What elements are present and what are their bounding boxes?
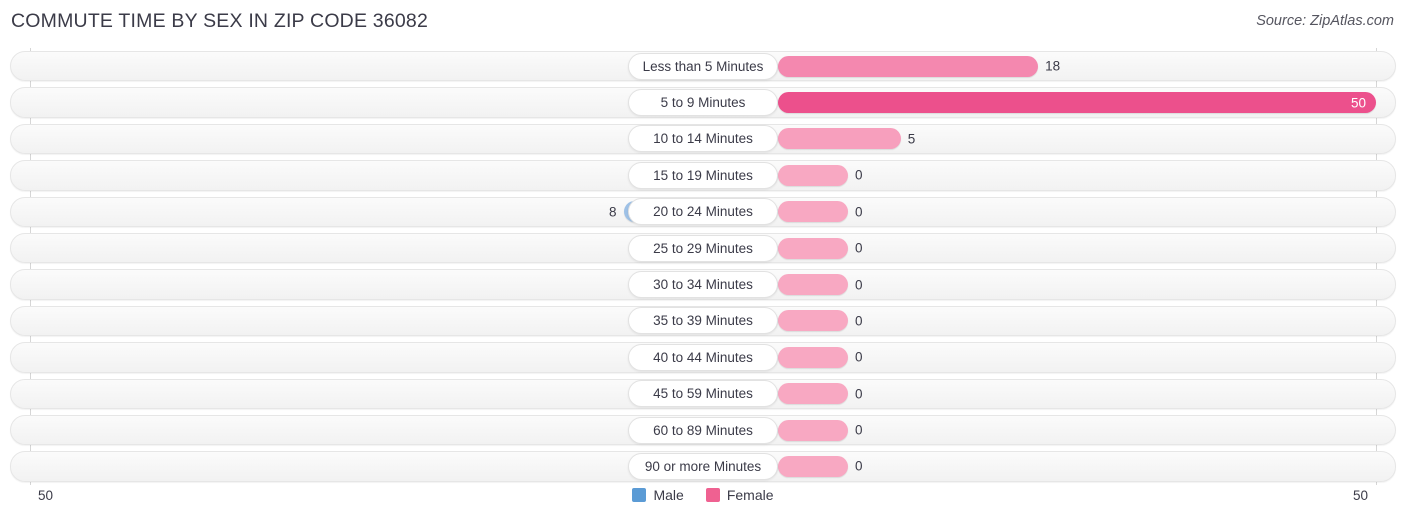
category-label: 25 to 29 Minutes xyxy=(628,234,778,262)
bar-value-female: 0 xyxy=(855,458,863,474)
bar-value-female: 0 xyxy=(855,167,863,183)
category-label: 20 to 24 Minutes xyxy=(628,198,778,226)
chart-row: 8 0 20 to 24 Minutes xyxy=(0,194,1406,230)
bar-female[interactable]: 0 xyxy=(778,274,863,296)
bar-value-female: 5 xyxy=(907,131,916,147)
chart-page: COMMUTE TIME BY SEX IN ZIP CODE 36082 So… xyxy=(0,0,1406,522)
bar-value-female: 0 xyxy=(855,386,863,402)
bar-female[interactable]: 50 xyxy=(778,92,1376,114)
bar-value-female: 0 xyxy=(855,240,863,256)
page-title: COMMUTE TIME BY SEX IN ZIP CODE 36082 xyxy=(11,10,429,32)
chart-row: 0060 to 89 Minutes xyxy=(0,412,1406,448)
chart-row: 0045 to 59 Minutes xyxy=(0,376,1406,412)
chart-row: 4015 to 19 Minutes xyxy=(0,157,1406,193)
category-label: 30 to 34 Minutes xyxy=(628,271,778,299)
bar-female[interactable]: 0 xyxy=(778,383,863,405)
bar-value-male: 8 xyxy=(609,204,617,220)
bar-female[interactable]: 0 xyxy=(778,346,863,368)
category-label: 60 to 89 Minutes xyxy=(628,416,778,444)
bar-female[interactable]: 0 xyxy=(778,237,863,259)
category-label: 35 to 39 Minutes xyxy=(628,307,778,335)
bar-female[interactable]: 0 xyxy=(778,201,863,223)
category-label: 45 to 59 Minutes xyxy=(628,380,778,408)
chart-plot-area: 018Less than 5 Minutes0505 to 9 Minutes0… xyxy=(0,48,1406,485)
bar-female[interactable]: 0 xyxy=(778,164,863,186)
category-label: 40 to 44 Minutes xyxy=(628,343,778,371)
bar-value-female: 0 xyxy=(855,313,863,329)
legend-swatch-female-icon xyxy=(705,488,720,502)
category-label: 15 to 19 Minutes xyxy=(628,161,778,189)
chart-row: 0035 to 39 Minutes xyxy=(0,303,1406,339)
legend-item-male[interactable]: Male xyxy=(632,487,684,503)
category-label: 5 to 9 Minutes xyxy=(628,89,778,117)
chart-row: 0510 to 14 Minutes xyxy=(0,121,1406,157)
chart-legend: Male Female xyxy=(0,487,1406,503)
bar-female[interactable]: 0 xyxy=(778,455,863,477)
bar-value-female: 0 xyxy=(855,349,863,365)
legend-item-female[interactable]: Female xyxy=(705,487,774,503)
chart-row: 018Less than 5 Minutes xyxy=(0,48,1406,84)
bar-value-female: 0 xyxy=(855,204,863,220)
category-label: 90 or more Minutes xyxy=(628,452,778,480)
chart-row: 0030 to 34 Minutes xyxy=(0,266,1406,302)
bar-female[interactable]: 0 xyxy=(778,419,863,441)
category-label: Less than 5 Minutes xyxy=(628,52,778,80)
bar-female[interactable]: 18 xyxy=(778,55,1060,77)
legend-swatch-male-icon xyxy=(632,488,647,502)
bar-value-female: 18 xyxy=(1045,58,1061,74)
chart-row: 0090 or more Minutes xyxy=(0,448,1406,484)
bar-value-female: 0 xyxy=(855,277,863,293)
bar-value-female: 50 xyxy=(1350,95,1366,111)
bar-value-female: 0 xyxy=(855,422,863,438)
source-attribution: Source: ZipAtlas.com xyxy=(1256,13,1394,29)
legend-label-male: Male xyxy=(653,487,684,503)
bar-female[interactable]: 5 xyxy=(778,128,915,150)
legend-label-female: Female xyxy=(726,487,774,503)
chart-row: 0040 to 44 Minutes xyxy=(0,339,1406,375)
category-label: 10 to 14 Minutes xyxy=(628,125,778,153)
chart-row: 0505 to 9 Minutes xyxy=(0,84,1406,120)
chart-row: 0025 to 29 Minutes xyxy=(0,230,1406,266)
bar-female[interactable]: 0 xyxy=(778,310,863,332)
